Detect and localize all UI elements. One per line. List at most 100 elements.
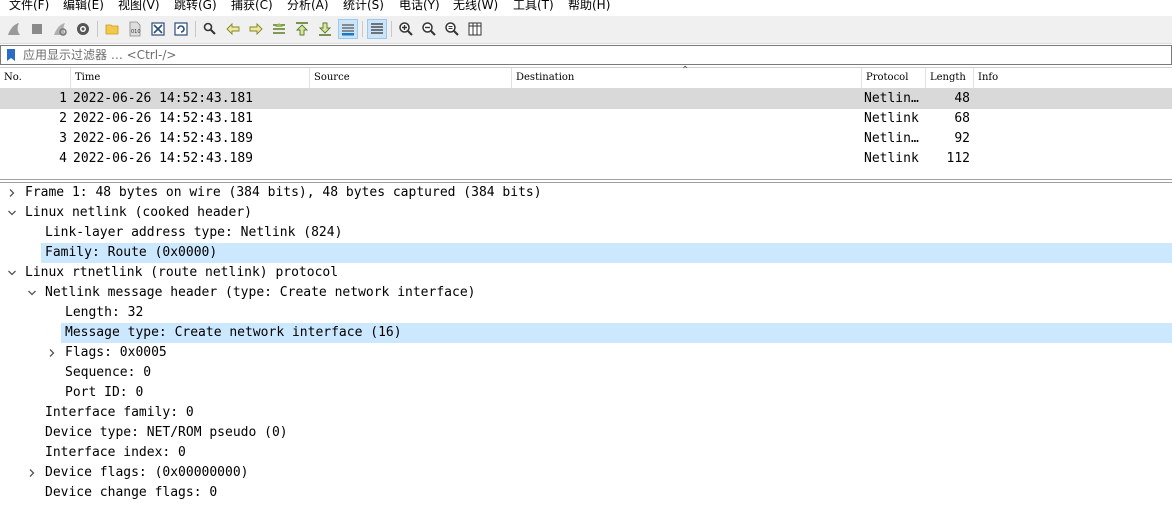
column-header-info[interactable]: Info — [973, 68, 1172, 88]
detail-tree-item[interactable]: Flags: 0x0005 — [0, 343, 1172, 363]
first-packet-icon[interactable] — [292, 19, 312, 39]
detail-tree-label: Length: 32 — [65, 305, 144, 320]
menu-item-8[interactable]: 无线(W) — [453, 0, 498, 12]
autoscroll-icon[interactable] — [338, 19, 358, 39]
chevron-down-icon[interactable] — [6, 267, 18, 279]
packet-cell-length: 48 — [954, 91, 970, 106]
detail-tree-label: Frame 1: 48 bytes on wire (384 bits), 48… — [25, 185, 542, 200]
detail-tree-label: Flags: 0x0005 — [65, 345, 167, 360]
menu-bar: 文件(F) 编辑(E) 视图(V) 跳转(G) 捕获(C) 分析(A) 统计(S) 电话(Y)… — [0, 0, 1172, 14]
main-toolbar: 010 — [0, 16, 1172, 44]
toolbar-separator — [195, 21, 196, 37]
toolbar-separator — [97, 21, 98, 37]
packet-cell-protocol: Netlink — [864, 111, 919, 126]
packet-row[interactable]: 4 2022-06-26 14:52:43.189 Netlink 112 — [0, 149, 1172, 169]
options-gear-icon[interactable] — [73, 19, 93, 39]
packet-cell-time: 2022-06-26 14:52:43.181 — [73, 91, 254, 106]
packet-cell-no: 2 — [59, 111, 67, 126]
detail-tree-item[interactable]: Port ID: 0 — [0, 383, 1172, 403]
detail-tree-item[interactable]: Length: 32 — [0, 303, 1172, 323]
packet-cell-time: 2022-06-26 14:52:43.181 — [73, 111, 254, 126]
detail-tree-item[interactable]: Frame 1: 48 bytes on wire (384 bits), 48… — [0, 183, 1172, 203]
detail-tree-label: Device type: NET/ROM pseudo (0) — [45, 425, 288, 440]
detail-tree-item[interactable]: Device type: NET/ROM pseudo (0) — [0, 423, 1172, 443]
menu-item-10[interactable]: 帮助(H) — [568, 0, 610, 12]
detail-tree-label: Interface family: 0 — [45, 405, 194, 420]
packet-cell-length: 92 — [954, 131, 970, 146]
detail-tree-label: Device change flags: 0 — [45, 485, 218, 500]
go-back-icon[interactable] — [223, 19, 243, 39]
chevron-down-icon[interactable] — [6, 207, 18, 219]
menu-item-4[interactable]: 捕获(C) — [231, 0, 273, 12]
packet-cell-protocol: Netlink — [864, 151, 919, 166]
menu-item-5[interactable]: 分析(A) — [287, 0, 329, 12]
detail-tree-item[interactable]: Linux rtnetlink (route netlink) protocol — [0, 263, 1172, 283]
zoom-in-icon[interactable] — [396, 19, 416, 39]
menu-item-3[interactable]: 跳转(G) — [174, 0, 217, 12]
column-header-protocol[interactable]: Protocol — [861, 68, 925, 88]
last-packet-icon[interactable] — [315, 19, 335, 39]
save-file-icon[interactable]: 010 — [125, 19, 145, 39]
zoom-normal-icon[interactable] — [442, 19, 462, 39]
colorize-icon[interactable] — [367, 19, 387, 39]
packet-cell-no: 4 — [59, 151, 67, 166]
detail-tree-item[interactable]: Device flags: (0x00000000) — [0, 463, 1172, 483]
chevron-down-icon[interactable] — [26, 287, 38, 299]
packet-row[interactable]: 3 2022-06-26 14:52:43.189 Netlin… 92 — [0, 129, 1172, 149]
detail-tree-item[interactable]: Interface family: 0 — [0, 403, 1172, 423]
menu-item-1[interactable]: 编辑(E) — [63, 0, 104, 12]
packet-cell-protocol: Netlin… — [864, 91, 919, 106]
packet-cell-no: 3 — [59, 131, 67, 146]
svg-text:010: 010 — [131, 29, 141, 35]
close-file-icon[interactable] — [148, 19, 168, 39]
packet-details-tree: Frame 1: 48 bytes on wire (384 bits), 48… — [0, 182, 1172, 507]
detail-tree-item[interactable]: Interface index: 0 — [0, 443, 1172, 463]
shark-fin-start-icon[interactable] — [4, 19, 24, 39]
toolbar-separator — [391, 21, 392, 37]
menu-item-7[interactable]: 电话(Y) — [399, 0, 440, 12]
detail-tree-item[interactable]: Device change flags: 0 — [0, 483, 1172, 503]
go-forward-icon[interactable] — [246, 19, 266, 39]
chevron-right-icon[interactable] — [46, 347, 58, 359]
detail-tree-label: Linux rtnetlink (route netlink) protocol — [25, 265, 339, 280]
column-header-no[interactable]: No. — [0, 68, 70, 88]
toolbar-separator — [362, 21, 363, 37]
menu-item-2[interactable]: 视图(V) — [118, 0, 160, 12]
reload-icon[interactable] — [171, 19, 191, 39]
detail-tree-item[interactable]: Link-layer address type: Netlink (824) — [0, 223, 1172, 243]
packet-cell-length: 112 — [946, 151, 970, 166]
resize-columns-icon[interactable] — [465, 19, 485, 39]
stop-icon[interactable] — [27, 19, 47, 39]
detail-tree-label: Netlink message header (type: Create net… — [45, 285, 476, 300]
detail-tree-item[interactable]: Sequence: 0 — [0, 363, 1172, 383]
bookmark-icon[interactable] — [5, 48, 17, 62]
display-filter-input[interactable] — [23, 46, 1163, 64]
find-icon[interactable] — [200, 19, 220, 39]
restart-icon[interactable] — [50, 19, 70, 39]
packet-list: No. Time Source Destination Protocol Len… — [0, 65, 1172, 180]
packet-row[interactable]: 1 2022-06-26 14:52:43.181 Netlin… 48 — [0, 89, 1172, 109]
go-to-packet-icon[interactable] — [269, 19, 289, 39]
open-folder-icon[interactable] — [102, 19, 122, 39]
menu-item-6[interactable]: 统计(S) — [343, 0, 384, 12]
chevron-right-icon[interactable] — [6, 187, 18, 199]
zoom-out-icon[interactable] — [419, 19, 439, 39]
detail-tree-label: Message type: Create network interface (… — [65, 325, 402, 340]
packet-cell-time: 2022-06-26 14:52:43.189 — [73, 131, 254, 146]
detail-tree-item[interactable]: Netlink message header (type: Create net… — [0, 283, 1172, 303]
detail-tree-label: Linux netlink (cooked header) — [25, 205, 252, 220]
detail-tree-label: Sequence: 0 — [65, 365, 152, 380]
column-header-time[interactable]: Time — [70, 68, 309, 88]
detail-tree-label: Interface index: 0 — [45, 445, 186, 460]
column-header-source[interactable]: Source — [309, 68, 511, 88]
detail-tree-item[interactable]: Family: Route (0x0000) — [41, 243, 1172, 263]
detail-tree-item[interactable]: Linux netlink (cooked header) — [0, 203, 1172, 223]
packet-row[interactable]: 2 2022-06-26 14:52:43.181 Netlink 68 — [0, 109, 1172, 129]
chevron-right-icon[interactable] — [26, 467, 38, 479]
column-header-length[interactable]: Length — [925, 68, 973, 88]
detail-tree-item[interactable]: Message type: Create network interface (… — [61, 323, 1172, 343]
menu-item-9[interactable]: 工具(T) — [513, 0, 554, 12]
packet-list-header: No. Time Source Destination Protocol Len… — [0, 65, 1172, 89]
menu-item-0[interactable]: 文件(F) — [9, 0, 49, 12]
packet-cell-time: 2022-06-26 14:52:43.189 — [73, 151, 254, 166]
